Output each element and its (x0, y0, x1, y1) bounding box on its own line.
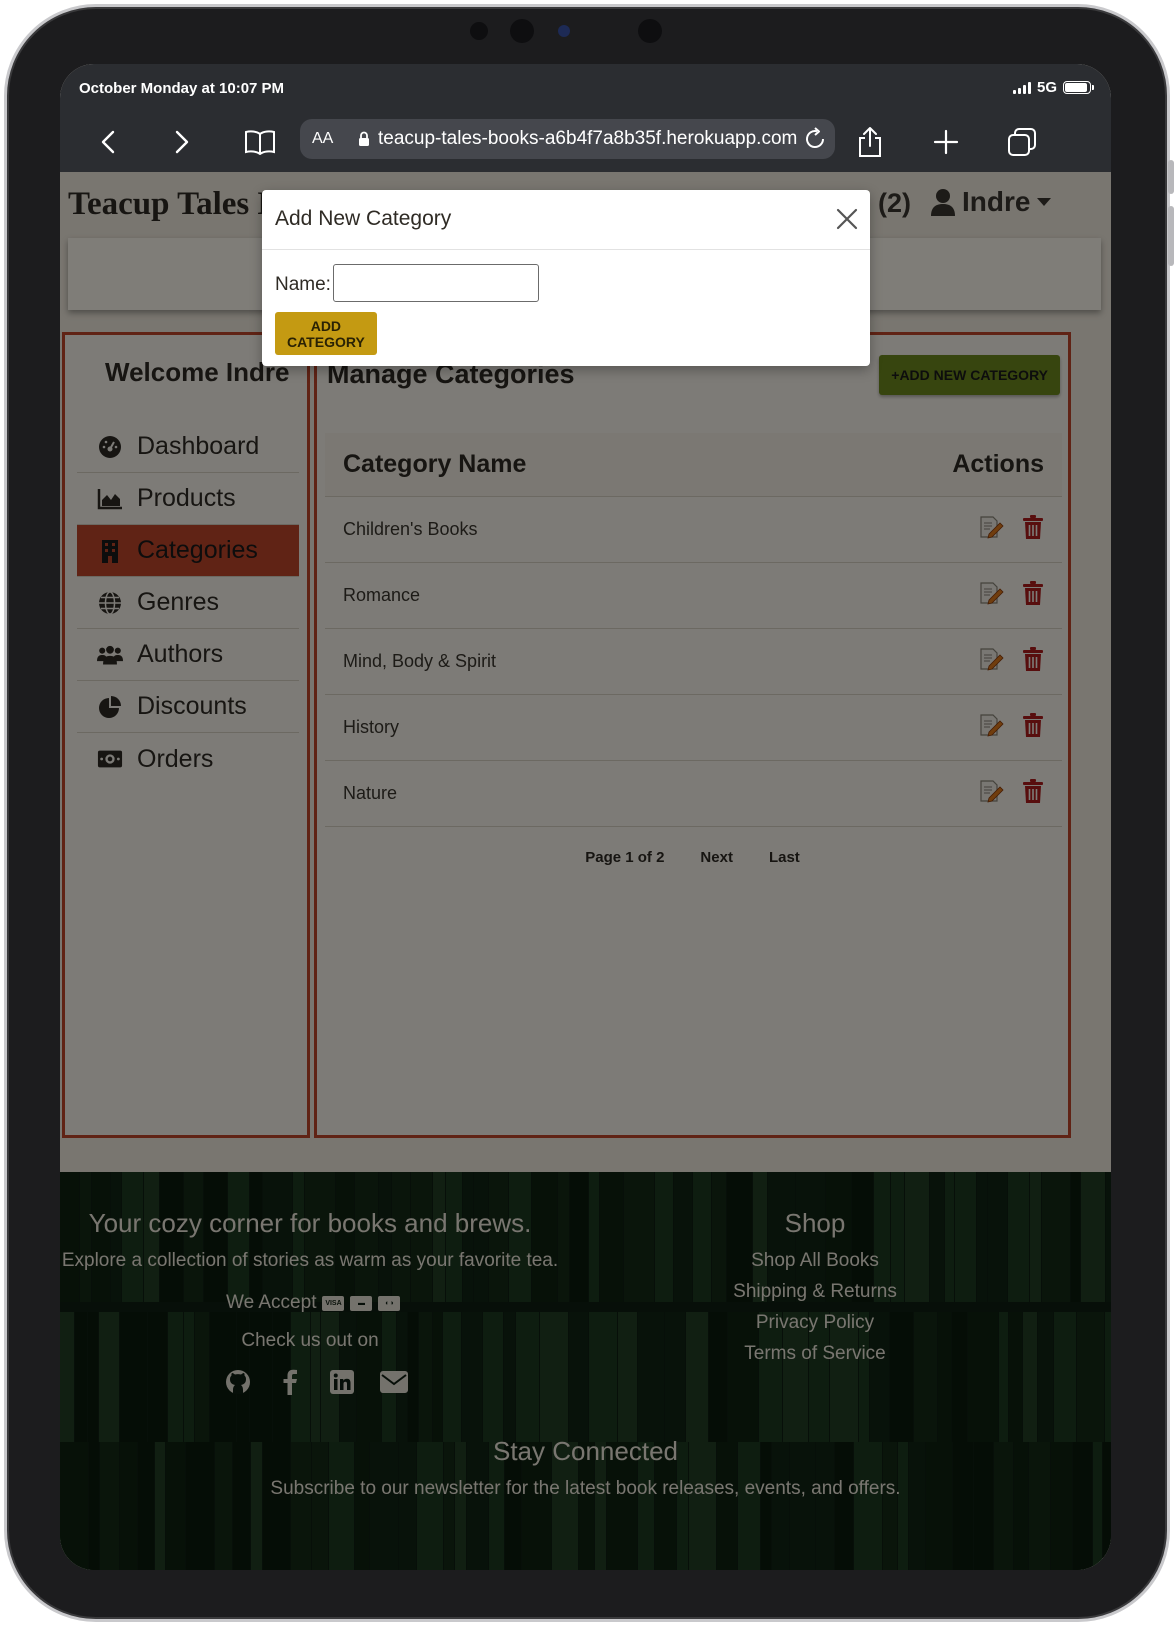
status-bar: October Monday at 10:07 PM 5G (60, 64, 1111, 112)
category-name-input[interactable] (333, 264, 539, 302)
camera-icon (558, 25, 570, 37)
text-size-button[interactable]: AA (312, 130, 346, 148)
sensor-dot (638, 19, 662, 43)
status-time: October Monday at 10:07 PM (79, 80, 285, 97)
signal-icon (1012, 81, 1031, 94)
battery-icon (1063, 81, 1094, 94)
bookmarks-icon[interactable] (240, 122, 280, 162)
close-icon[interactable] (834, 206, 860, 232)
screen: October Monday at 10:07 PM 5G AA teacup-… (60, 64, 1111, 1570)
share-icon[interactable] (850, 122, 890, 162)
modal-header: Add New Category (262, 190, 870, 250)
forward-icon[interactable] (162, 122, 202, 162)
device-volume-button (1168, 206, 1174, 266)
reload-icon[interactable] (803, 127, 827, 157)
device-side-button (1168, 160, 1174, 194)
lock-icon (358, 131, 370, 147)
modal-title: Add New Category (275, 207, 452, 230)
back-icon[interactable] (88, 122, 128, 162)
sensor-dot (510, 19, 534, 43)
sensor-dot (470, 22, 488, 40)
status-indicators: 5G (1012, 79, 1094, 96)
network-label: 5G (1036, 79, 1057, 96)
new-tab-icon[interactable] (926, 122, 966, 162)
modal-backdrop[interactable] (60, 172, 1111, 1570)
browser-toolbar: AA teacup-tales-books-a6b4f7a8b35f.herok… (60, 112, 1111, 172)
address-bar[interactable]: AA teacup-tales-books-a6b4f7a8b35f.herok… (300, 119, 835, 159)
name-label: Name: (275, 274, 331, 295)
add-category-modal: Add New Category Name: ADD CATEGORY (262, 190, 870, 366)
tablet-device: October Monday at 10:07 PM 5G AA teacup-… (0, 0, 1174, 1626)
url-text: teacup-tales-books-a6b4f7a8b35f.herokuap… (378, 128, 798, 149)
tabs-overview-icon[interactable] (1002, 122, 1042, 162)
add-category-button[interactable]: ADD CATEGORY (275, 312, 377, 355)
